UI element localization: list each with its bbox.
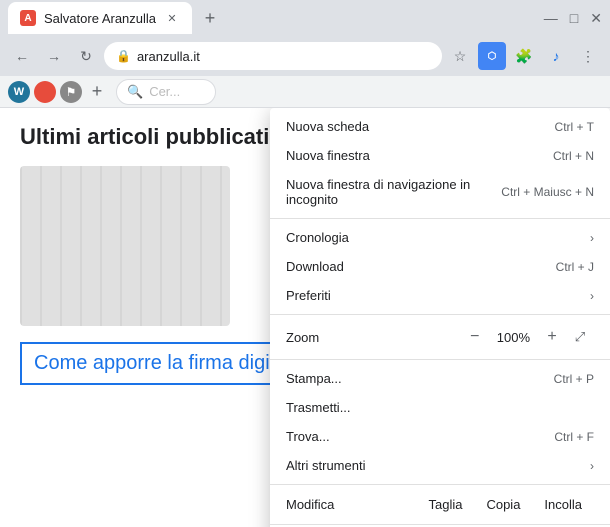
menu-item-trova[interactable]: Trova... Ctrl + F [270,422,610,451]
title-bar: A Salvatore Aranzulla ✕ + — □ ✕ [0,0,610,36]
tab-title: Salvatore Aranzulla [44,11,156,26]
menu-item-nuova-finestra[interactable]: Nuova finestra Ctrl + N [270,141,610,170]
address-bar: ← → ↻ 🔒 aranzulla.it ☆ ⬡ 🧩 ♪ ⋮ [0,36,610,76]
search-placeholder: Cer... [149,84,180,99]
bookmarks-bar: W ⚑ + 🔍 Cer... [0,76,610,108]
separator-4 [270,484,610,485]
menu-item-trasmetti[interactable]: Trasmetti... [270,393,610,422]
menu-item-preferiti[interactable]: Preferiti › [270,281,610,310]
article-image [20,166,230,326]
separator-5 [270,524,610,525]
menu-item-altri-strumenti[interactable]: Altri strumenti › [270,451,610,480]
url-bar[interactable]: 🔒 aranzulla.it [104,42,442,70]
music-icon[interactable]: ♪ [542,42,570,70]
menu-icon[interactable]: ⋮ [574,42,602,70]
close-button[interactable]: ✕ [590,10,602,27]
url-text: aranzulla.it [137,49,200,64]
menu-item-nuova-incognito[interactable]: Nuova finestra di navigazione in incogni… [270,170,610,214]
separator-3 [270,359,610,360]
page-content: Ultimi articoli pubblicati Come apporre … [0,108,610,527]
search-icon: 🔍 [127,84,143,100]
forward-button[interactable]: → [40,42,68,70]
menu-item-cronologia[interactable]: Cronologia › [270,223,610,252]
menu-item-stampa[interactable]: Stampa... Ctrl + P [270,364,610,393]
search-bar[interactable]: 🔍 Cer... [116,79,216,105]
star-icon[interactable]: ☆ [446,42,474,70]
window-controls: — □ ✕ [544,10,602,27]
puzzle-icon[interactable]: 🧩 [510,42,538,70]
edit-row: Modifica Taglia Copia Incolla [270,489,610,520]
bookmark-flag[interactable]: ⚑ [60,81,82,103]
zoom-minus-button[interactable]: − [461,323,489,351]
bookmark-wp[interactable]: W [8,81,30,103]
separator-2 [270,314,610,315]
bookmark-add[interactable]: + [86,81,108,103]
extension-icon[interactable]: ⬡ [478,42,506,70]
maximize-button[interactable]: □ [570,10,578,26]
separator-1 [270,218,610,219]
toolbar-icons: ☆ ⬡ 🧩 ♪ ⋮ [446,42,602,70]
copia-button[interactable]: Copia [474,493,532,516]
zoom-row: Zoom − 100% + ⤢ [270,319,610,355]
refresh-button[interactable]: ↻ [72,42,100,70]
tab-favicon: A [20,10,36,26]
menu-item-download[interactable]: Download Ctrl + J [270,252,610,281]
bookmark-circle[interactable] [34,81,56,103]
zoom-plus-button[interactable]: + [538,323,566,351]
minimize-button[interactable]: — [544,10,558,26]
zoom-fullscreen-button[interactable]: ⤢ [566,323,594,351]
back-button[interactable]: ← [8,42,36,70]
browser-tab[interactable]: A Salvatore Aranzulla ✕ [8,2,192,34]
incolla-button[interactable]: Incolla [532,493,594,516]
new-tab-button[interactable]: + [196,4,224,32]
taglia-button[interactable]: Taglia [416,493,474,516]
tab-close-button[interactable]: ✕ [164,10,180,26]
context-menu: Nuova scheda Ctrl + T Nuova finestra Ctr… [270,108,610,527]
menu-item-nuova-scheda[interactable]: Nuova scheda Ctrl + T [270,112,610,141]
lock-icon: 🔒 [116,49,131,63]
zoom-value: 100% [489,330,538,345]
